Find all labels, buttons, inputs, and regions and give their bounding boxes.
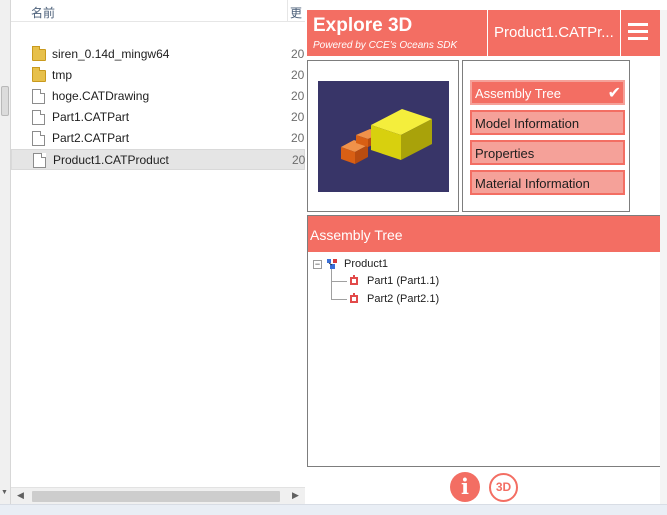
document-name: Product1.CATPr... [494,24,614,41]
menu-item-label: Model Information [475,116,580,131]
file-name: Part1.CATPart [52,110,130,124]
tree-node-label: Part1 (Part1.1) [367,275,440,287]
tree-node-label: Product1 [344,258,389,270]
right-edge [660,10,667,504]
part-icon [350,275,358,285]
menu-item-label: Assembly Tree [475,86,561,101]
explore-3d-app: Explore 3D Powered by CCE's Oceans SDK P… [305,0,667,504]
scrollbar-thumb[interactable] [1,86,9,116]
file-name: Product1.CATProduct [53,153,169,167]
tree-connector [331,281,347,282]
file-date: 20 [291,68,305,82]
collapse-toggle-icon[interactable]: − [313,260,322,269]
checkmark-icon: ✔ [607,85,621,102]
document-icon [32,110,45,125]
tree-connector [331,267,332,300]
menu-item-model-information[interactable]: Model Information [470,110,625,135]
assembly-tree: − Product1 Part1 (Part1.1) Part2 (Part2.… [308,252,663,466]
file-row[interactable]: Part2.CATPart 20 [11,128,305,149]
folder-icon [32,46,46,61]
file-explorer: 名前 更 siren_0.14d_mingw64 20 tmp 20 hoge.… [11,0,305,515]
app-subtitle: Powered by CCE's Oceans SDK [313,40,458,51]
file-name: tmp [52,68,73,82]
app-title: Explore 3D [313,15,413,36]
info-menu: Assembly Tree ✔ Model Information Proper… [462,60,630,212]
assembly-tree-title: Assembly Tree [310,227,403,243]
file-row[interactable]: siren_0.14d_mingw64 20 [11,44,305,65]
model-preview-image[interactable] [318,81,449,192]
assembly-tree-panel: Assembly Tree − Product1 Part1 (Part1.1)… [307,215,664,467]
hamburger-menu-icon[interactable] [628,23,648,43]
file-date: 20 [292,153,305,167]
document-icon [32,131,45,146]
file-row-selected[interactable]: Product1.CATProduct 20 [11,149,305,170]
scrollbar-thumb[interactable] [32,491,280,502]
column-header: 名前 更 [11,0,305,22]
horizontal-scrollbar[interactable]: ◀ ▶ [11,487,305,504]
product-icon [327,259,337,269]
bottom-edge [0,504,667,515]
screen: ▼ 名前 更 siren_0.14d_mingw64 20 tmp 20 hog… [0,0,667,515]
column-date-header[interactable]: 更 [290,4,302,21]
menu-item-properties[interactable]: Properties [470,140,625,165]
file-row[interactable]: tmp 20 [11,65,305,86]
tree-connector [331,299,347,300]
header-divider [487,10,488,56]
info-icon[interactable]: i [450,472,480,502]
file-name: hoge.CATDrawing [52,89,150,103]
column-name-header[interactable]: 名前 [31,4,55,21]
menu-item-assembly-tree[interactable]: Assembly Tree ✔ [470,80,625,105]
3d-view-icon[interactable]: 3D [489,473,518,502]
file-date: 20 [291,131,305,145]
file-date: 20 [291,47,305,61]
scroll-left-icon[interactable]: ◀ [17,490,24,501]
document-icon [33,153,46,168]
column-separator[interactable] [287,0,288,22]
file-row[interactable]: Part1.CATPart 20 [11,107,305,128]
file-list: siren_0.14d_mingw64 20 tmp 20 hoge.CATDr… [11,44,305,170]
footer-toolbar: i 3D [450,472,530,504]
menu-item-material-information[interactable]: Material Information [470,170,625,195]
scroll-down-icon[interactable]: ▼ [1,489,8,496]
part-icon [350,293,358,303]
document-icon [32,89,45,104]
header-divider [620,10,621,56]
file-name: Part2.CATPart [52,131,130,145]
app-header: Explore 3D Powered by CCE's Oceans SDK P… [307,10,665,56]
scroll-right-icon[interactable]: ▶ [292,490,299,501]
assembly-tree-header: Assembly Tree [308,216,663,252]
file-row[interactable]: hoge.CATDrawing 20 [11,86,305,107]
assembly-3d-render [318,81,449,192]
left-edge-scrollbar[interactable]: ▼ [0,0,11,515]
menu-item-label: Properties [475,146,535,161]
tree-node-label: Part2 (Part2.1) [367,293,440,305]
file-name: siren_0.14d_mingw64 [52,47,170,61]
menu-item-label: Material Information [475,176,590,191]
model-preview-panel [307,60,459,212]
file-date: 20 [291,110,305,124]
file-date: 20 [291,89,305,103]
folder-icon [32,67,46,82]
